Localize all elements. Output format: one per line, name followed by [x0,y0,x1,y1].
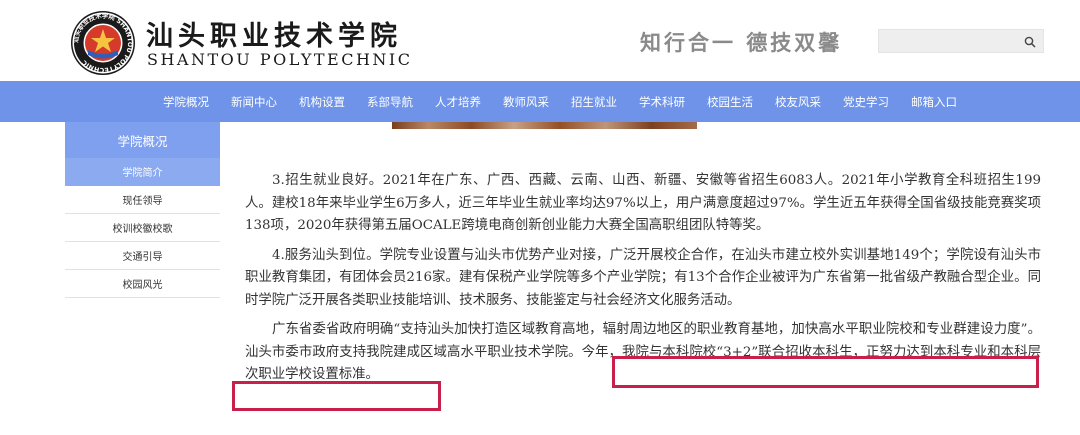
school-name-en[interactable]: SHANTOU POLYTECHNIC [147,50,412,69]
school-seal-icon[interactable]: 汕头职业技术学院 SHANTOU POLYTECHNIC [70,10,136,76]
nav-list: 学院概况 新闻中心 机构设置 系部导航 人才培养 教师风采 招生就业 学术科研 … [163,81,979,122]
nav-item-news[interactable]: 新闻中心 [231,94,277,110]
school-motto: 知行合一 德技双馨 [640,30,843,55]
sidebar-heading: 学院概况 [65,122,220,158]
nav-item-research[interactable]: 学术科研 [639,94,685,110]
nav-item-alumni[interactable]: 校友风采 [775,94,821,110]
search-input[interactable] [879,30,1019,52]
article-paragraph: 广东省委省政府明确“支持汕头加快打造区域教育高地，辐射周边地区的职业教育基地，加… [245,322,1041,382]
sidebar-item-traffic-guide[interactable]: 交通引导 [65,242,220,270]
nav-item-campus-life[interactable]: 校园生活 [707,94,753,110]
sidebar: 学院概况 学院简介 现任领导 校训校徽校歌 交通引导 校园风光 [65,122,220,298]
article-content: 3.招生就业良好。2021年在广东、广西、西藏、云南、山西、新疆、安徽等省招生6… [245,170,1041,394]
article-paragraph: 4.服务汕头到位。学院专业设置与汕头市优势产业对接，广泛开展校企合作，在汕头市建… [245,247,1041,308]
nav-item-mailbox[interactable]: 邮箱入口 [911,94,957,110]
nav-item-about[interactable]: 学院概况 [163,94,209,110]
article-paragraph: 3.招生就业良好。2021年在广东、广西、西藏、云南、山西、新疆、安徽等省招生6… [245,173,1041,233]
nav-item-admissions[interactable]: 招生就业 [571,94,617,110]
main-nav: 学院概况 新闻中心 机构设置 系部导航 人才培养 教师风采 招生就业 学术科研 … [0,81,1080,122]
school-name-cn[interactable]: 汕头职业技术学院 [146,14,402,53]
nav-item-departments[interactable]: 机构设置 [299,94,345,110]
nav-item-teachers[interactable]: 教师风采 [503,94,549,110]
search-icon[interactable] [1022,34,1038,50]
site-header: 汕头职业技术学院 SHANTOU POLYTECHNIC 汕头职业技术学院 SH… [0,0,1080,81]
sidebar-item-intro[interactable]: 学院简介 [65,158,220,186]
search-box [878,29,1044,53]
banner-image [392,122,697,129]
sidebar-item-motto-emblem-song[interactable]: 校训校徽校歌 [65,214,220,242]
sidebar-item-leaders[interactable]: 现任领导 [65,186,220,214]
nav-item-faculties[interactable]: 系部导航 [367,94,413,110]
nav-item-talent[interactable]: 人才培养 [435,94,481,110]
sidebar-item-campus-scenery[interactable]: 校园风光 [65,270,220,298]
nav-item-party-history[interactable]: 党史学习 [843,94,889,110]
